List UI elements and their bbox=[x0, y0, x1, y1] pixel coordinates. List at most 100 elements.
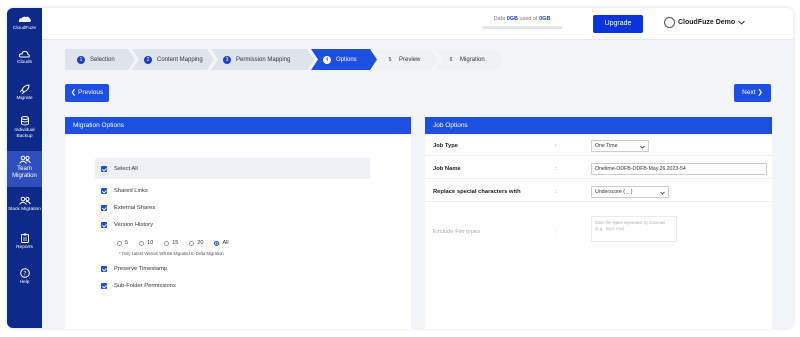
chevron-left-icon: ❮ bbox=[70, 89, 78, 96]
colon: : bbox=[555, 143, 557, 149]
job-type-value: One Time bbox=[595, 143, 618, 149]
radio-label: 20 bbox=[197, 240, 204, 246]
step-label: Migration bbox=[460, 56, 485, 63]
version-radio-20[interactable]: 20 bbox=[189, 240, 203, 246]
step-selection[interactable]: 1 Selection bbox=[65, 49, 135, 70]
exclude-file-types-label: Exclude File types bbox=[433, 229, 481, 235]
version-radio-15[interactable]: 15 bbox=[164, 240, 178, 246]
radio-icon bbox=[117, 240, 122, 246]
step-migration[interactable]: 6 Migration bbox=[435, 49, 503, 70]
previous-button[interactable]: ❮ Previous bbox=[65, 84, 109, 102]
job-type-label: Job Type bbox=[433, 143, 459, 149]
sidebar-item-label: Individual Backup bbox=[14, 128, 35, 139]
colon: : bbox=[555, 229, 557, 235]
step-number: 3 bbox=[223, 56, 231, 64]
cloudfuze-logo-icon bbox=[18, 16, 31, 22]
step-content-mapping[interactable]: 2 Content Mapping bbox=[132, 49, 214, 70]
checkbox-label: Select All bbox=[114, 166, 138, 172]
version-radio-10[interactable]: 10 bbox=[139, 240, 153, 246]
step-number: 4 bbox=[323, 56, 331, 64]
step-number: 1 bbox=[77, 56, 85, 64]
step-options[interactable]: 4 Options bbox=[311, 49, 377, 70]
step-label: Selection bbox=[90, 56, 115, 63]
replace-characters-select[interactable]: Underscore ( _ ) bbox=[591, 186, 669, 198]
job-type-row: Job Type : One Time bbox=[425, 137, 772, 156]
data-usage-prefix: Data bbox=[493, 16, 506, 22]
sidebar-item-team-migration[interactable]: Team Migration bbox=[7, 151, 42, 187]
replace-characters-label: Replace special characters with bbox=[433, 189, 521, 195]
step-permission-mapping[interactable]: 3 Permission Mapping bbox=[211, 49, 314, 70]
upgrade-button[interactable]: Upgrade bbox=[593, 15, 643, 33]
replace-characters-row: Replace special characters with : Unders… bbox=[425, 183, 772, 202]
step-label: Permission Mapping bbox=[236, 56, 291, 63]
sidebar-item-reports[interactable]: Reports bbox=[7, 233, 42, 251]
external-shares-checkbox[interactable]: External Shares bbox=[101, 205, 155, 211]
chevron-down-icon bbox=[660, 191, 665, 195]
sidebar-item-clouds[interactable]: Clouds bbox=[7, 50, 42, 66]
shared-links-checkbox[interactable]: Shared Links bbox=[101, 188, 148, 194]
checkbox-label: Version History bbox=[114, 222, 153, 228]
colon: : bbox=[555, 166, 557, 172]
rocket-icon bbox=[19, 84, 30, 94]
data-used-value: 0GB bbox=[506, 16, 519, 22]
radio-label: 15 bbox=[172, 240, 179, 246]
migration-options-title: Migration Options bbox=[65, 117, 411, 134]
data-usage-text: Data 0GB used of 0GB bbox=[482, 16, 562, 22]
sidebar: CloudFuze Clouds Migrate Individual Back… bbox=[7, 8, 42, 328]
job-name-input[interactable]: Onetime-ODFB-ODFB-May.26.2023-54 bbox=[591, 163, 767, 175]
sidebar-item-label: Reports bbox=[16, 245, 33, 250]
step-number: 5 bbox=[388, 56, 392, 63]
checkbox-checked-icon bbox=[101, 205, 107, 211]
sidebar-item-slack-migration[interactable]: Slack Migration bbox=[7, 196, 42, 213]
subfolder-permissions-checkbox[interactable]: Sub-Folder Permissions bbox=[101, 283, 176, 289]
database-icon bbox=[20, 116, 29, 126]
sidebar-item-help[interactable]: ? Help bbox=[7, 268, 42, 286]
sidebar-item-label: Clouds bbox=[17, 60, 32, 65]
user-name: CloudFuze Demo bbox=[678, 19, 736, 26]
step-label: Content Mapping bbox=[157, 56, 203, 63]
brand-logo[interactable]: CloudFuze bbox=[7, 16, 42, 32]
version-radio-5[interactable]: 5 bbox=[117, 240, 128, 246]
radio-label: 5 bbox=[125, 240, 129, 246]
radio-selected-icon bbox=[214, 240, 220, 246]
step-label: Preview bbox=[399, 56, 421, 63]
radio-label: All bbox=[222, 240, 229, 246]
job-name-label: Job Name bbox=[433, 166, 461, 172]
replace-characters-value: Underscore ( _ ) bbox=[595, 189, 633, 195]
job-options-title: Job Options bbox=[425, 117, 772, 134]
preserve-timestamp-checkbox[interactable]: Preserve Timestamp bbox=[101, 266, 167, 272]
checkbox-checked-icon bbox=[101, 266, 107, 272]
help-icon: ? bbox=[19, 268, 30, 278]
version-note: * Only Latest Version Will Be Migrated I… bbox=[119, 251, 224, 256]
sidebar-item-label: Help bbox=[19, 280, 30, 285]
sidebar-item-migrate[interactable]: Migrate bbox=[7, 84, 42, 102]
next-button[interactable]: Next ❯ bbox=[734, 84, 771, 102]
sidebar-item-label: Team Migration bbox=[12, 166, 37, 179]
chevron-down-icon bbox=[640, 145, 645, 149]
exclude-file-types-input[interactable]: Enter file types separated by commas (e.… bbox=[591, 216, 677, 242]
chevron-down-icon bbox=[738, 20, 745, 25]
previous-label: Previous bbox=[77, 89, 104, 96]
data-usage-bar bbox=[482, 26, 562, 29]
sidebar-item-label: Migrate bbox=[16, 96, 33, 101]
colon: : bbox=[555, 189, 557, 195]
radio-icon bbox=[189, 240, 195, 246]
data-usage-mid: used of bbox=[519, 16, 538, 22]
checkbox-label: External Shares bbox=[114, 205, 156, 211]
user-menu[interactable]: CloudFuze Demo bbox=[664, 17, 745, 28]
checkbox-label: Preserve Timestamp bbox=[114, 266, 168, 272]
job-type-select[interactable]: One Time bbox=[591, 140, 649, 152]
checkbox-label: Sub-Folder Permissions bbox=[114, 283, 176, 289]
select-all-checkbox[interactable]: Select All bbox=[101, 166, 138, 172]
step-preview[interactable]: 5 Preview bbox=[374, 49, 438, 70]
slack-team-icon bbox=[18, 196, 31, 205]
sidebar-item-label: Slack Migration bbox=[8, 207, 41, 212]
job-name-row: Job Name : Onetime-ODFB-ODFB-May.26.2023… bbox=[425, 160, 772, 179]
checkbox-checked-icon bbox=[101, 283, 107, 289]
next-label: Next bbox=[742, 89, 756, 96]
cloud-icon bbox=[19, 50, 30, 58]
version-radio-all[interactable]: All bbox=[214, 240, 229, 246]
version-history-checkbox[interactable]: Version History bbox=[101, 222, 153, 228]
avatar-icon bbox=[664, 17, 675, 28]
sidebar-item-individual-backup[interactable]: Individual Backup bbox=[7, 116, 42, 140]
